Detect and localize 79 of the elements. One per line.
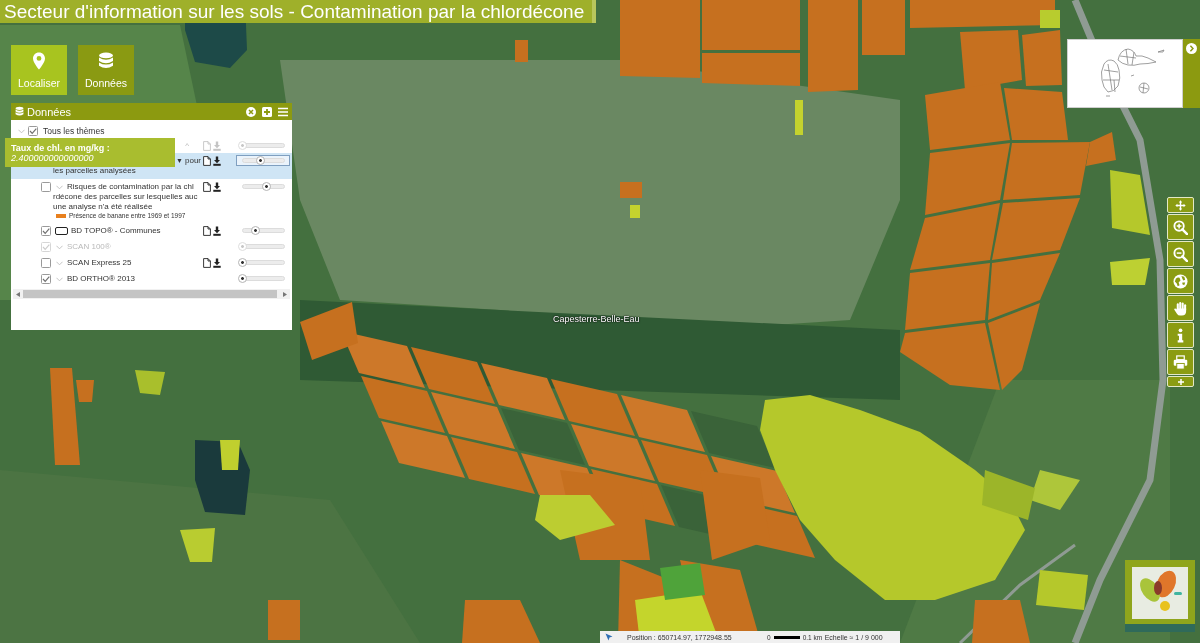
crop-parcel: [268, 600, 300, 640]
tooltip-value: 2.400000000000000: [11, 153, 95, 163]
crop-parcel: [1036, 570, 1088, 610]
download-icon[interactable]: [213, 226, 221, 236]
expand-button[interactable]: [1167, 376, 1194, 387]
download-icon[interactable]: [213, 182, 221, 192]
frame-icon: [55, 227, 68, 235]
document-icon[interactable]: [203, 182, 211, 192]
locate-button[interactable]: Localiser: [11, 45, 67, 95]
crop-parcel: [1004, 88, 1068, 140]
layer-name: BD ORTHO® 2013: [67, 274, 135, 284]
layer-name: BD TOPO® - Communes: [71, 226, 161, 236]
scale-bar: [773, 635, 800, 639]
data-button[interactable]: Données: [78, 45, 134, 95]
checkbox[interactable]: [41, 226, 51, 236]
butterfly-logo-icon: [1125, 560, 1195, 632]
scroll-left-icon[interactable]: [16, 291, 20, 297]
panel-title: Données: [27, 105, 73, 118]
layer-name: SCAN Express 25: [67, 258, 132, 268]
menu-icon[interactable]: [278, 106, 288, 117]
document-icon[interactable]: [203, 156, 211, 166]
checkbox[interactable]: [41, 182, 51, 192]
checkbox[interactable]: [41, 258, 51, 268]
globe-icon: [1173, 273, 1188, 289]
download-icon[interactable]: [213, 258, 221, 268]
print-button[interactable]: [1167, 349, 1194, 375]
overview-map[interactable]: [1067, 39, 1183, 108]
chevron-right-icon: [1186, 43, 1197, 54]
slider-thumb[interactable]: [262, 182, 272, 191]
layer-name: pour: [185, 156, 201, 166]
document-icon[interactable]: [203, 226, 211, 236]
crop-parcel: [862, 0, 905, 55]
globe-button[interactable]: [1167, 268, 1194, 294]
document-icon[interactable]: [203, 258, 211, 268]
pan-button[interactable]: [1167, 295, 1194, 321]
crop-parcel: [1110, 170, 1150, 235]
move-arrows-icon: [1175, 199, 1186, 211]
cursor-icon: [605, 633, 613, 641]
tooltip-label: Taux de chl. en mg/kg :: [11, 143, 111, 153]
scrollbar-thumb[interactable]: [23, 290, 277, 298]
plus-icon: [1176, 377, 1185, 386]
app-title: Secteur d'information sur les sols - Contamination par la chlordécone: [0, 0, 597, 23]
slider-thumb[interactable]: [250, 226, 260, 235]
crop-parcel: [1030, 470, 1080, 510]
slider-thumb[interactable]: [256, 156, 266, 165]
map-pin-icon: [31, 52, 47, 70]
download-icon[interactable]: [213, 156, 221, 166]
crop-parcel: [988, 253, 1060, 320]
move-button[interactable]: [1167, 197, 1194, 213]
printer-icon: [1173, 354, 1188, 370]
overview-toggle-button[interactable]: [1183, 39, 1200, 108]
zoom-in-icon: [1173, 219, 1188, 235]
slider-thumb[interactable]: [238, 258, 247, 267]
crop-parcel: [135, 370, 165, 395]
crop-parcel: [620, 182, 642, 198]
crop-parcel: [1110, 258, 1150, 285]
checkbox[interactable]: [28, 126, 38, 136]
database-icon: [98, 52, 114, 70]
zoom-out-button[interactable]: [1167, 241, 1194, 267]
zoom-in-button[interactable]: [1167, 214, 1194, 240]
crop-parcel: [515, 40, 528, 62]
checkbox[interactable]: [41, 274, 51, 284]
zoom-out-icon: [1173, 246, 1188, 262]
place-label: Capesterre-Belle-Eau: [553, 314, 640, 324]
add-icon[interactable]: [262, 106, 272, 117]
layer-name: Risques de contamination par la chl: [67, 182, 194, 192]
scroll-right-icon[interactable]: [283, 291, 287, 297]
close-icon[interactable]: [246, 106, 256, 117]
info-button[interactable]: [1167, 322, 1194, 348]
crop-parcel: [630, 205, 640, 218]
crop-parcel: [180, 528, 215, 562]
hand-icon: [1173, 300, 1188, 316]
database-icon: [15, 106, 24, 117]
layer-name: rdécone des parcelles sur lesquelles auc une analyse n'a été réalisée: [53, 192, 198, 212]
slider-thumb[interactable]: [238, 274, 247, 283]
crop-parcel: [795, 100, 803, 135]
layer-name: les parcelles analysées: [53, 166, 136, 176]
layer-name: Tous les thèmes: [43, 126, 105, 136]
horizontal-scrollbar[interactable]: [13, 289, 290, 299]
